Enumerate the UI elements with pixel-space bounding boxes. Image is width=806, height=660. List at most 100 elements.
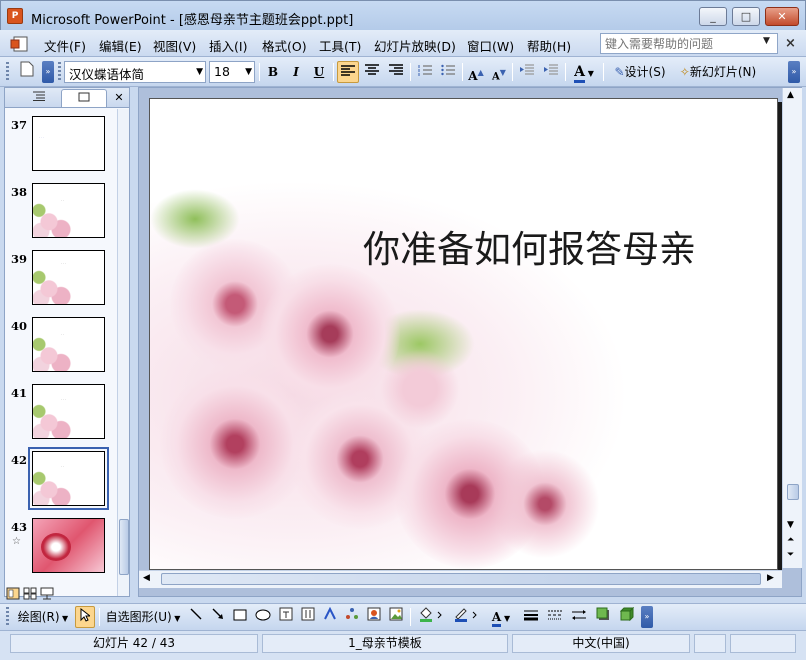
rectangle-tool-icon[interactable] — [230, 606, 250, 628]
text-color-icon[interactable]: A ▼ — [485, 606, 517, 628]
slide-thumbnail[interactable] — [32, 518, 105, 573]
slide-thumbnail[interactable]: · · · — [32, 250, 105, 305]
dash-style-icon[interactable] — [544, 606, 566, 628]
toolbar-grip[interactable] — [58, 62, 61, 82]
slide-title[interactable]: 你准备如何报答母亲 — [363, 219, 696, 273]
close-button[interactable]: ✕ — [765, 7, 799, 26]
3d-style-icon[interactable] — [616, 606, 638, 628]
font-name-combo[interactable]: 汉仪蝶语体简 ▼ — [64, 61, 206, 83]
current-slide[interactable]: 你准备如何报答母亲 — [149, 98, 778, 570]
status-empty-cell — [694, 634, 726, 653]
select-objects-icon[interactable] — [75, 606, 95, 628]
slide-horizontal-scrollbar[interactable]: ◀ ▶ — [139, 570, 782, 588]
normal-view-icon — [6, 587, 20, 600]
toolbar-grip[interactable] — [6, 607, 9, 627]
numbering-button[interactable] — [414, 61, 436, 83]
menu-format[interactable]: 格式(O) — [262, 36, 307, 55]
scroll-left-icon[interactable]: ◀ — [143, 573, 150, 583]
text-box-icon[interactable] — [276, 606, 296, 628]
slide-vertical-scrollbar[interactable]: ▲ ▼ ⏶ ⏷ — [782, 88, 802, 568]
menu-tools[interactable]: 工具(T) — [319, 36, 361, 55]
menu-view[interactable]: 视图(V) — [153, 36, 196, 55]
slide-thumbnail-row[interactable]: 43 ☆ — [5, 518, 115, 576]
document-menu-icon[interactable] — [9, 35, 31, 53]
increase-indent-icon[interactable] — [540, 61, 562, 83]
slide-thumbnail-row-selected[interactable]: 42 · · — [5, 447, 115, 510]
slide-thumbnail-row[interactable]: 38 · · — [5, 183, 115, 241]
thumbnail-text: · · · — [61, 397, 66, 401]
menu-insert[interactable]: 插入(I) — [209, 36, 247, 55]
increase-font-size-icon[interactable]: A▲ — [466, 61, 486, 83]
arrow-style-icon[interactable] — [568, 606, 590, 628]
toolbar-grip[interactable] — [6, 62, 9, 82]
scrollbar-thumb[interactable] — [119, 519, 129, 575]
help-search-input[interactable] — [600, 33, 778, 54]
pane-tabs: ✕ — [5, 88, 129, 108]
slide-thumbnail[interactable]: · · · — [32, 116, 105, 171]
decrease-indent-icon[interactable] — [516, 61, 538, 83]
slide-thumbnail-selected[interactable]: · · — [28, 447, 109, 510]
slide-thumbnail-row[interactable]: 40 · · — [5, 317, 115, 375]
scroll-up-icon[interactable]: ▲ — [787, 90, 794, 100]
slide-thumbnail-row[interactable]: 41 · · · — [5, 384, 115, 442]
status-slide-position: 幻灯片 42 / 43 — [10, 634, 258, 653]
line-color-icon[interactable] — [450, 606, 482, 628]
underline-button[interactable]: U — [309, 61, 329, 83]
cherry-blossom — [260, 264, 400, 404]
wordart-icon[interactable] — [320, 606, 340, 628]
tab-outline[interactable] — [19, 89, 59, 107]
autoshapes-menu-button[interactable]: 自选图形(U) ▼ — [104, 606, 182, 628]
diagram-icon[interactable] — [342, 606, 362, 628]
toolbar-options-chevron-icon[interactable]: » — [42, 61, 54, 83]
slides-pane-scrollbar[interactable] — [117, 109, 129, 596]
align-right-button[interactable] — [385, 61, 407, 83]
vertical-text-box-icon[interactable] — [298, 606, 318, 628]
align-center-button[interactable] — [361, 61, 383, 83]
menu-help[interactable]: 帮助(H) — [527, 36, 571, 55]
slide-number: 42 — [11, 453, 28, 467]
tab-slides[interactable] — [61, 89, 107, 107]
line-tool-icon[interactable] — [186, 606, 206, 628]
slide-thumbnail[interactable]: · · · — [32, 384, 105, 439]
powerpoint-app-icon[interactable]: P — [7, 8, 23, 24]
minimize-button[interactable]: _ — [699, 7, 727, 26]
line-style-icon[interactable] — [520, 606, 542, 628]
shadow-style-icon[interactable] — [592, 606, 614, 628]
menu-slideshow[interactable]: 幻灯片放映(D) — [374, 36, 456, 55]
menu-edit[interactable]: 编辑(E) — [99, 36, 142, 55]
maximize-button[interactable]: □ — [732, 7, 760, 26]
slide-thumbnail-row[interactable]: 37 · · · — [5, 116, 115, 174]
clip-art-icon[interactable] — [364, 606, 384, 628]
new-document-icon[interactable] — [16, 61, 38, 83]
menu-window[interactable]: 窗口(W) — [467, 36, 514, 55]
fill-color-icon[interactable] — [415, 606, 447, 628]
scrollbar-thumb[interactable] — [787, 484, 799, 500]
pane-close-icon[interactable]: ✕ — [111, 89, 127, 107]
slide-thumbnail-row[interactable]: 39 · · · — [5, 250, 115, 308]
menu-file[interactable]: 文件(F) — [44, 36, 86, 55]
arrow-tool-icon[interactable] — [208, 606, 228, 628]
bullets-button[interactable] — [437, 61, 459, 83]
scroll-down-icon[interactable]: ▼ — [787, 520, 794, 530]
scroll-right-icon[interactable]: ▶ — [767, 573, 774, 583]
align-left-button[interactable] — [337, 61, 359, 83]
bold-button[interactable]: B — [263, 61, 283, 83]
font-size-combo[interactable]: 18 ▼ — [209, 61, 255, 83]
insert-picture-icon[interactable] — [386, 606, 406, 628]
oval-tool-icon[interactable] — [252, 606, 274, 628]
document-close-icon[interactable]: × — [785, 36, 796, 51]
decrease-font-size-icon[interactable]: A▼ — [489, 61, 509, 83]
slide-thumbnail[interactable]: · · — [32, 317, 105, 372]
toolbar-overflow-chevron-icon[interactable]: » — [788, 61, 800, 83]
previous-slide-icon[interactable]: ⏶ — [787, 535, 794, 545]
font-color-button[interactable]: A ▼ — [569, 61, 599, 83]
slide-thumbnail[interactable]: · · — [32, 183, 105, 238]
design-button[interactable]: ✎设计(S) — [608, 61, 672, 83]
italic-button[interactable]: I — [286, 61, 306, 83]
new-slide-button[interactable]: ✧新幻灯片(N) — [674, 61, 762, 83]
scrollbar-thumb[interactable] — [161, 573, 761, 585]
drawing-toolbar-chevron-icon[interactable]: » — [641, 606, 653, 628]
next-slide-icon[interactable]: ⏷ — [787, 550, 794, 560]
draw-menu-button[interactable]: 绘图(R) ▼ — [14, 606, 72, 628]
help-dropdown-icon[interactable]: ▼ — [763, 36, 770, 46]
